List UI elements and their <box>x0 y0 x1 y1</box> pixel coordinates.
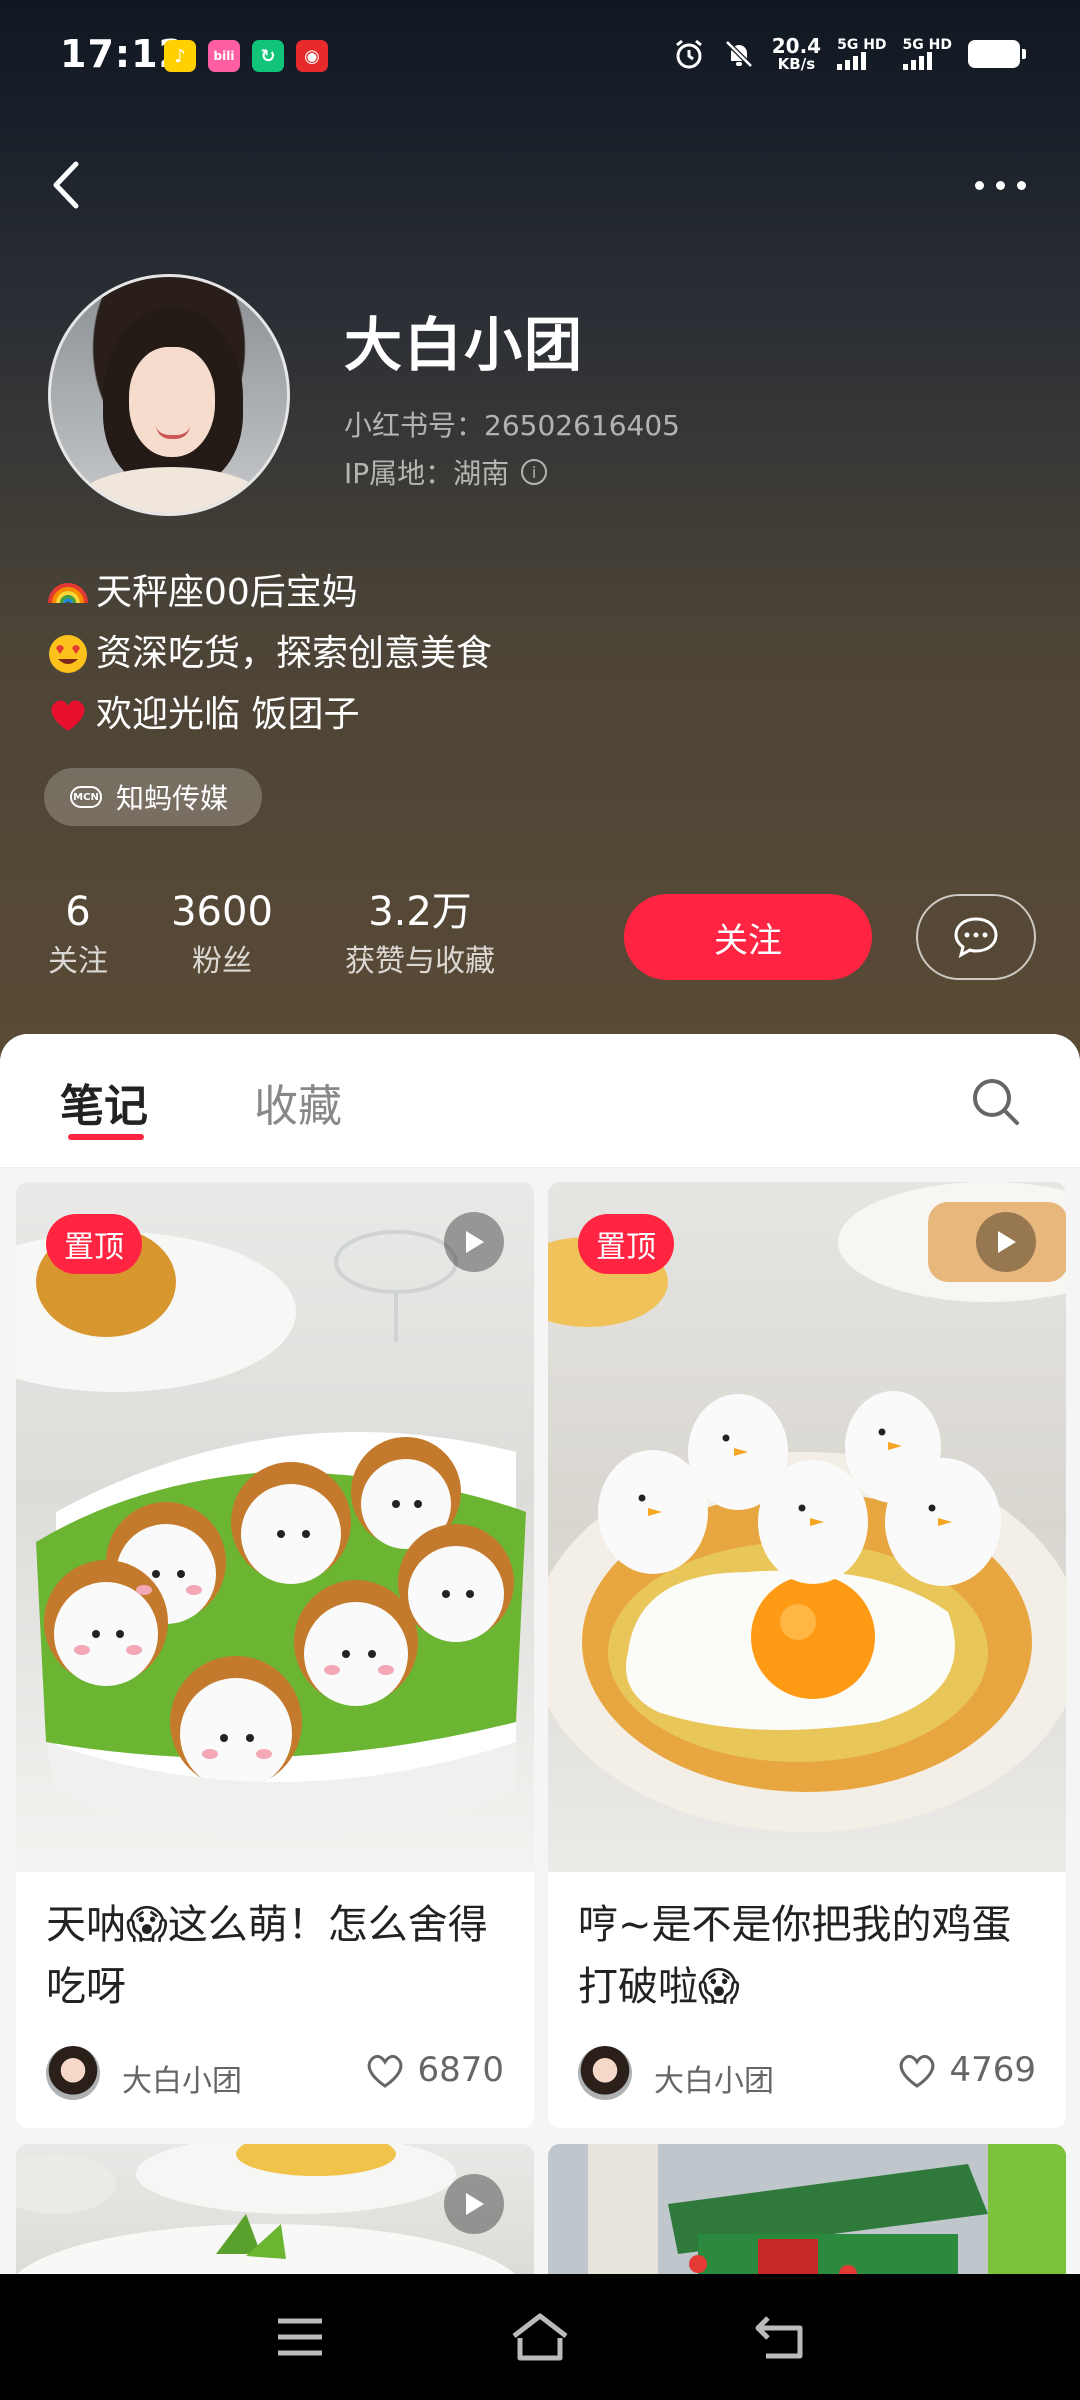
menu-nav-button[interactable] <box>265 2302 335 2372</box>
status-indicators: 20.4 KB/s 5G HD 5G HD <box>672 34 1026 73</box>
author-name[interactable]: 大白小团 <box>122 2056 242 2100</box>
red-id: 小红书号：26502616405 <box>344 409 680 442</box>
profile-avatar[interactable] <box>48 274 290 516</box>
ip-location-text: IP属地：湖南 <box>344 457 510 490</box>
heart-eyes-icon <box>46 632 90 676</box>
bio-line: 天秤座00后宝妈 <box>46 562 492 623</box>
red-heart-icon <box>46 693 90 737</box>
bilibili-app-icon: bili <box>208 40 240 72</box>
return-icon <box>755 2316 803 2359</box>
netease-music-icon: ◉ <box>296 40 328 72</box>
info-icon[interactable]: i <box>521 459 548 485</box>
network-speed: 20.4 KB/s <box>771 34 822 73</box>
home-nav-button[interactable] <box>505 2302 575 2372</box>
pinned-badge: 置顶 <box>46 1214 142 1274</box>
note-title[interactable]: 天呐😱这么萌！怎么舍得吃呀 <box>16 1872 534 2032</box>
refresh-app-icon: ↻ <box>252 40 284 72</box>
back-button[interactable] <box>40 150 100 220</box>
note-card[interactable] <box>16 2144 534 2274</box>
note-card[interactable] <box>548 2144 1066 2274</box>
signal-sim2: 5G HD <box>902 38 952 70</box>
notification-app-icons: ♪ bili ↻ ◉ <box>164 40 328 72</box>
more-dot-icon <box>1016 180 1026 190</box>
pinned-badge: 置顶 <box>578 1214 674 1274</box>
menu-icon <box>278 2318 322 2356</box>
like-count: 4769 <box>949 2050 1036 2090</box>
battery-icon <box>968 40 1026 68</box>
alarm-icon <box>675 39 702 69</box>
home-icon <box>512 2313 568 2361</box>
author-avatar[interactable] <box>46 2046 100 2100</box>
note-title[interactable]: 哼~是不是你把我的鸡蛋打破啦😱 <box>548 1872 1066 2032</box>
back-nav-button[interactable] <box>745 2302 815 2372</box>
author-avatar[interactable] <box>578 2046 632 2100</box>
message-button[interactable] <box>916 894 1036 980</box>
note-meta: 大白小团 6870 <box>16 2032 534 2128</box>
profile-bio: 天秤座00后宝妈 资深吃货，探索创意美食 欢迎光临 饭团子 <box>46 562 492 745</box>
video-play-icon <box>976 1212 1036 1272</box>
profile-stats: 6 关注 3600 粉丝 3.2万 获赞与收藏 <box>30 884 520 984</box>
more-dot-icon <box>995 180 1005 190</box>
stat-followers[interactable]: 3600 粉丝 <box>171 884 273 984</box>
note-cover-image[interactable]: 置顶 <box>16 1182 534 1872</box>
bio-line: 欢迎光临 饭团子 <box>46 684 492 745</box>
note-card[interactable]: 置顶 天呐😱这么萌！怎么舍得吃呀 大白小团 6870 <box>16 1182 534 2128</box>
more-dot-icon <box>974 180 984 190</box>
like-button[interactable]: 6870 <box>363 2050 504 2090</box>
chevron-left-icon <box>53 161 79 209</box>
heart-outline-icon <box>368 2054 403 2088</box>
mcn-icon: MCN <box>70 786 102 808</box>
author-name[interactable]: 大白小团 <box>654 2056 774 2100</box>
bell-muted-icon <box>724 40 753 68</box>
mcn-label: 知蚂传媒 <box>116 782 229 815</box>
content-tabs: 笔记 收藏 <box>0 1034 1080 1168</box>
heart-outline-icon <box>900 2054 935 2088</box>
like-button[interactable]: 4769 <box>895 2050 1036 2090</box>
profile-nickname: 大白小团 <box>344 311 585 379</box>
signal-sim1: 5G HD <box>837 38 887 70</box>
more-options-button[interactable] <box>960 160 1040 210</box>
video-play-icon <box>444 2174 504 2234</box>
note-meta: 大白小团 4769 <box>548 2032 1066 2128</box>
chat-bubble-icon <box>954 917 998 958</box>
notes-sheet: 笔记 收藏 置顶 天呐😱这么萌！怎么舍得吃呀 大白小团 6870 置顶 哼~是不… <box>0 1034 1080 2274</box>
search-icon <box>973 1079 1019 1125</box>
rainbow-icon <box>46 571 90 615</box>
stat-following[interactable]: 6 关注 <box>30 884 126 984</box>
follow-button[interactable]: 关注 <box>624 894 872 980</box>
tab-notes[interactable]: 笔记 <box>60 1070 148 1134</box>
tab-collections[interactable]: 收藏 <box>254 1070 342 1134</box>
ip-location: IP属地：湖南 i <box>344 452 548 492</box>
bio-line: 资深吃货，探索创意美食 <box>46 623 492 684</box>
stat-likes-collects[interactable]: 3.2万 获赞与收藏 <box>320 884 520 984</box>
note-cover-image[interactable] <box>16 2144 534 2274</box>
video-play-icon <box>444 1212 504 1272</box>
system-navigation-bar <box>0 2274 1080 2400</box>
status-bar: 17:12 ♪ bili ↻ ◉ 20.4 KB/s 5G HD 5G HD <box>0 0 1080 120</box>
mcn-tag[interactable]: MCN 知蚂传媒 <box>44 768 263 826</box>
active-tab-indicator <box>68 1134 144 1140</box>
note-cover-image[interactable] <box>548 2144 1066 2274</box>
like-count: 6870 <box>417 2050 504 2090</box>
note-cover-image[interactable]: 置顶 <box>548 1182 1066 1872</box>
note-card[interactable]: 置顶 哼~是不是你把我的鸡蛋打破啦😱 大白小团 4769 <box>548 1182 1066 2128</box>
music-app-icon: ♪ <box>164 40 196 72</box>
search-button[interactable] <box>968 1074 1024 1130</box>
